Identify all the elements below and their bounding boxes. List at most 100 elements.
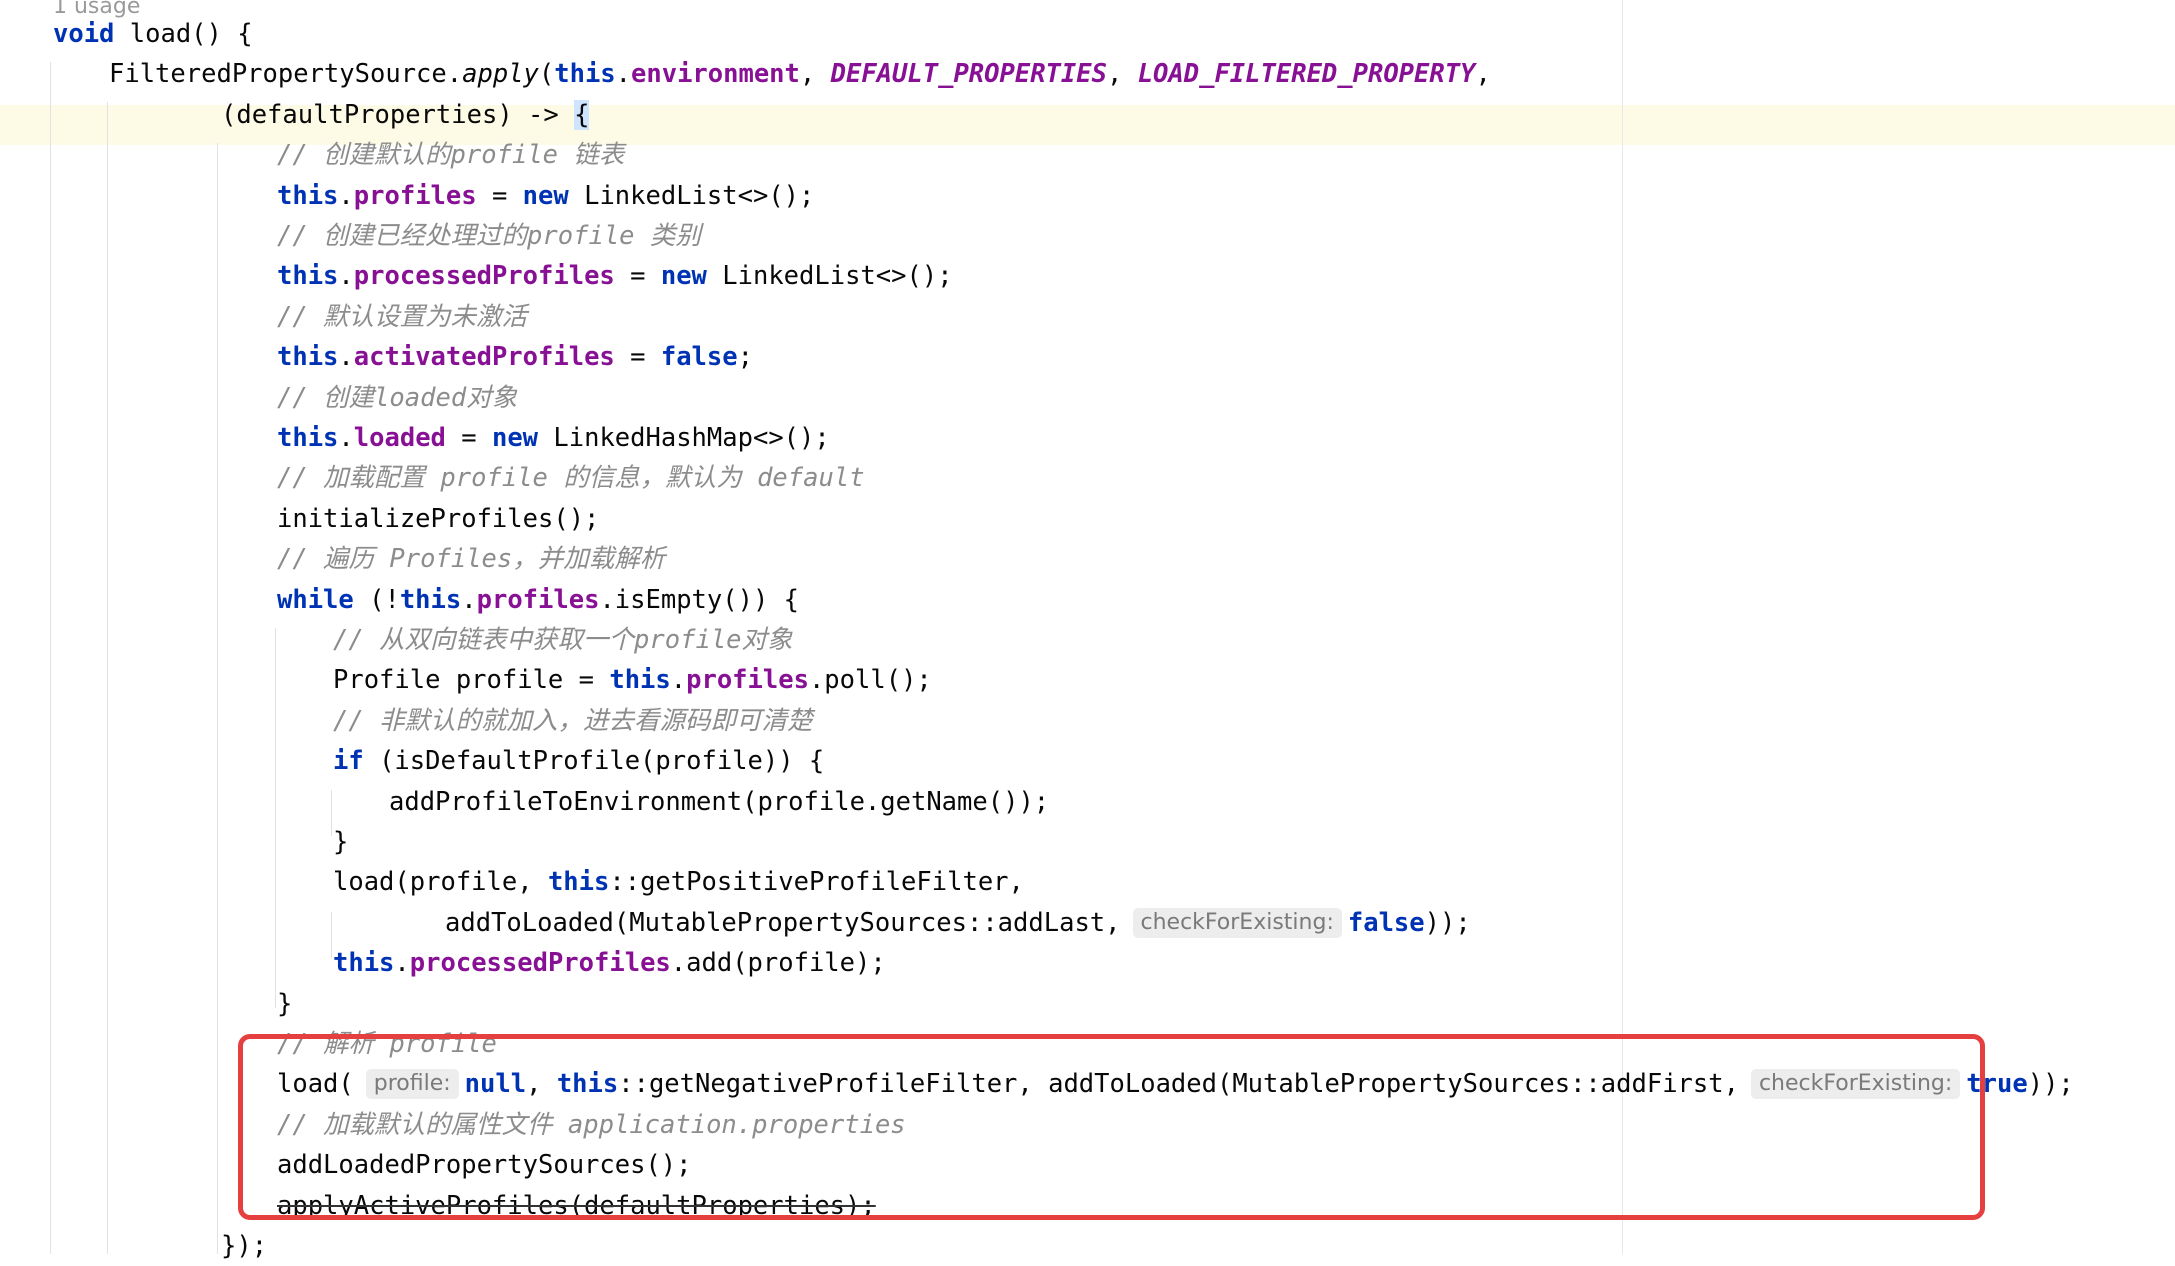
code-token: activatedProfiles: [353, 342, 615, 373]
code-line[interactable]: // 创建loaded对象: [277, 378, 517, 418]
code-token: new: [522, 180, 569, 211]
code-token: ));: [2027, 1069, 2074, 1100]
code-line[interactable]: // 创建默认的profile 链表: [277, 135, 624, 175]
code-token: // 创建默认的profile 链表: [277, 140, 625, 171]
code-token: this: [547, 867, 610, 898]
indent-guide: [50, 62, 51, 1254]
code-token: load(profile,: [333, 867, 548, 898]
code-line[interactable]: this.profiles = new LinkedList<>();: [277, 176, 814, 216]
code-line[interactable]: load(profile, this::getPositiveProfileFi…: [333, 862, 1024, 902]
code-token: if: [333, 746, 364, 777]
code-token: });: [221, 1231, 268, 1261]
code-token: loaded: [353, 423, 446, 453]
code-token: DEFAULT_PROPERTIES: [830, 59, 1107, 90]
code-token: LOAD_FILTERED_PROPERTY: [1137, 59, 1476, 90]
code-token: ::getPositiveProfileFilter,: [609, 867, 1024, 898]
code-token: =: [476, 180, 523, 211]
code-line[interactable]: addToLoaded(MutablePropertySources::addL…: [445, 903, 1471, 943]
code-line[interactable]: initializeProfiles();: [277, 499, 599, 539]
code-token: this: [399, 584, 462, 615]
code-token: // 从双向链表中获取一个profile对象: [333, 625, 793, 655]
code-token: ;: [737, 342, 753, 373]
code-line[interactable]: // 默认设置为未激活: [277, 297, 527, 337]
code-line[interactable]: Profile profile = this.profiles.poll();: [333, 660, 932, 700]
code-line[interactable]: this.activatedProfiles = false;: [277, 337, 753, 377]
code-token: (isDefaultProfile(profile)) {: [363, 746, 825, 777]
code-token: =: [614, 342, 661, 373]
code-line[interactable]: }: [333, 822, 348, 862]
code-token: void: [53, 19, 115, 49]
indent-guide: [275, 628, 276, 1008]
code-token: // 加载配置 profile 的信息，默认为 default: [277, 463, 865, 494]
code-token: .isEmpty()) {: [599, 584, 800, 615]
code-line[interactable]: // 遍历 Profiles，并加载解析: [277, 539, 665, 579]
code-token: // 遍历 Profiles，并加载解析: [277, 544, 666, 575]
code-editor[interactable]: 1 usage void load() {FilteredPropertySou…: [0, 0, 2175, 1261]
code-token: .poll();: [808, 665, 932, 696]
code-line[interactable]: FilteredPropertySource.apply(this.enviro…: [109, 54, 1491, 94]
code-token: new: [491, 423, 539, 453]
code-token: .add(profile);: [670, 948, 886, 979]
code-token: .: [670, 665, 687, 696]
code-token: ,: [1475, 59, 1491, 90]
code-token: LinkedHashMap<>();: [538, 423, 830, 453]
code-token: .: [461, 584, 477, 615]
code-line[interactable]: // 加载配置 profile 的信息，默认为 default: [277, 458, 865, 498]
code-token: false: [660, 342, 738, 373]
code-token: {: [574, 99, 590, 130]
code-token: environment: [631, 59, 800, 90]
code-token: this: [277, 423, 339, 453]
code-token: new: [660, 261, 707, 292]
code-token: Profile profile =: [333, 665, 610, 696]
code-line[interactable]: this.loaded = new LinkedHashMap<>();: [277, 418, 830, 458]
code-line[interactable]: // 创建已经处理过的profile 类别: [277, 216, 701, 256]
code-token: .: [394, 948, 410, 979]
code-token: .: [338, 180, 354, 211]
parameter-hint: checkForExisting:: [1132, 907, 1342, 938]
code-token: processedProfiles: [353, 261, 615, 292]
indent-guide: [107, 102, 108, 1254]
code-token: profiles: [353, 180, 477, 211]
code-token: ));: [1424, 907, 1471, 938]
code-line[interactable]: // 非默认的就加入，进去看源码即可清楚: [333, 701, 813, 741]
code-token: this: [277, 180, 339, 211]
indent-guide: [217, 143, 218, 1254]
indent-guide: [331, 790, 332, 836]
code-token: initializeProfiles();: [277, 503, 600, 534]
code-token: (: [538, 59, 555, 90]
code-token: LinkedList<>();: [568, 180, 815, 211]
code-token: }: [333, 827, 349, 857]
code-line[interactable]: void load() {: [53, 14, 253, 54]
code-token: processedProfiles: [409, 948, 671, 979]
code-line[interactable]: }: [277, 984, 292, 1024]
code-token: =: [445, 423, 492, 453]
code-line[interactable]: if (isDefaultProfile(profile)) {: [333, 741, 824, 781]
code-token: .: [615, 59, 632, 90]
code-line[interactable]: (defaultProperties) -> {: [221, 95, 590, 135]
code-token: ,: [1106, 59, 1138, 90]
code-token: // 非默认的就加入，进去看源码即可清楚: [333, 705, 813, 736]
code-token: .: [338, 423, 354, 453]
code-line[interactable]: this.processedProfiles = new LinkedList<…: [277, 256, 953, 296]
code-token: }: [277, 988, 293, 1019]
code-token: (defaultProperties) ->: [221, 99, 575, 130]
code-token: =: [614, 261, 661, 292]
annotation-highlight-box: [238, 1034, 1985, 1220]
code-token: addToLoaded(MutablePropertySources::addL…: [445, 907, 1121, 938]
code-token: // 创建已经处理过的profile 类别: [277, 221, 701, 251]
code-token: while: [277, 584, 354, 615]
code-token: .: [338, 342, 354, 373]
code-token: FilteredPropertySource.: [109, 59, 463, 90]
code-line[interactable]: this.processedProfiles.add(profile);: [333, 943, 886, 983]
code-token: // 默认设置为未激活: [277, 301, 528, 332]
code-token: (!: [353, 584, 400, 615]
code-token: ,: [799, 59, 831, 90]
code-line[interactable]: // 从双向链表中获取一个profile对象: [333, 620, 793, 660]
code-token: profiles: [686, 665, 809, 696]
code-line[interactable]: while (!this.profiles.isEmpty()) {: [277, 580, 799, 620]
code-token: this: [333, 948, 395, 979]
code-token: .: [338, 261, 354, 292]
code-line[interactable]: addProfileToEnvironment(profile.getName(…: [389, 782, 1049, 822]
code-line[interactable]: });: [221, 1226, 267, 1266]
code-token: false: [1347, 907, 1425, 938]
